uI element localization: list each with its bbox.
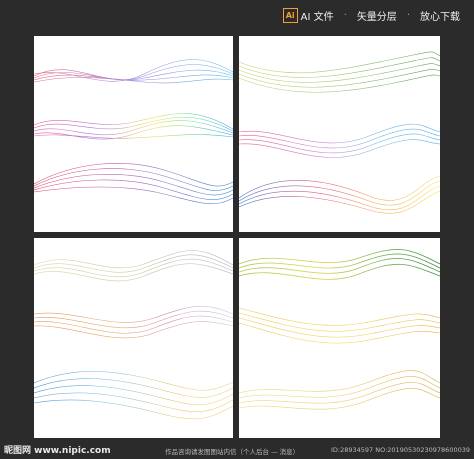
footer-notice: 作品咨询请发图图站内信（个人后台 — 消息） <box>165 448 300 456</box>
wave-panel-bottom-left <box>34 238 233 438</box>
ai-file-indicator: Ai AI 文件 <box>282 7 334 23</box>
image-id: ID:28934597 NO:20190530230978600039 <box>330 446 470 454</box>
safe-download-label: 放心下载 <box>420 11 460 23</box>
top-info-bar: Ai AI 文件 · 矢量分层 · 放心下载 <box>0 0 474 30</box>
wave-artwork <box>34 250 233 420</box>
ai-file-label: AI 文件 <box>300 11 334 23</box>
wave-artwork <box>239 51 440 214</box>
wave-panel-top-left <box>34 36 233 232</box>
site-logo[interactable]: 昵图网 www.nipic.com <box>4 443 111 456</box>
separator-dot: · <box>406 9 410 21</box>
footer-bar: 昵图网 www.nipic.com 作品咨询请发图图站内信（个人后台 — 消息）… <box>0 442 474 459</box>
separator-dot: · <box>343 9 347 21</box>
wave-artwork <box>239 249 440 410</box>
vector-layers-label: 矢量分层 <box>356 11 397 23</box>
wave-artwork <box>34 59 233 205</box>
wave-panel-top-right <box>239 36 440 232</box>
ai-file-icon: Ai <box>282 7 298 23</box>
wave-panel-bottom-right <box>239 238 440 438</box>
